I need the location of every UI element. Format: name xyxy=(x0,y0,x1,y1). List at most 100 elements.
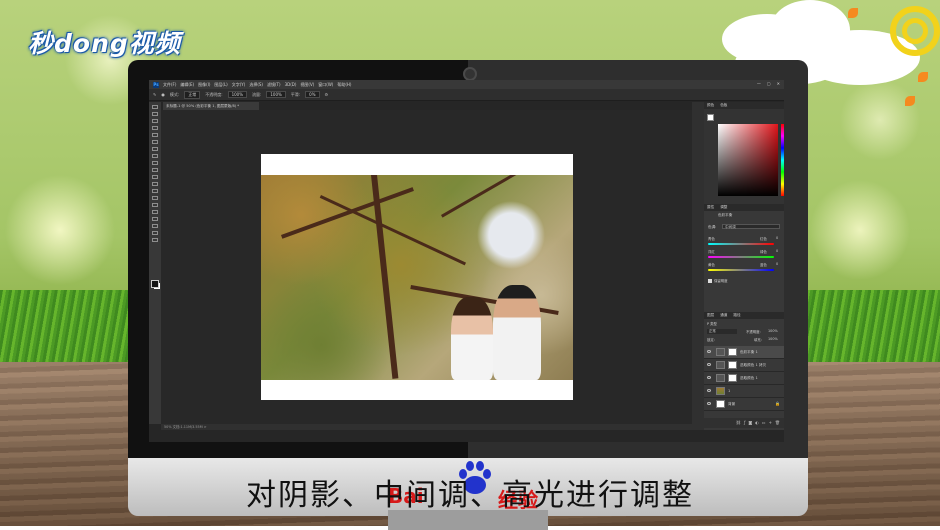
link-layers-icon[interactable]: ⛓ xyxy=(736,418,741,428)
flow-input[interactable]: 100% xyxy=(266,91,286,98)
settings-gear-icon[interactable]: ⚙ xyxy=(325,92,329,97)
preserve-luminosity-checkbox[interactable] xyxy=(708,279,712,283)
menu-filter[interactable]: 滤镜(T) xyxy=(267,82,281,88)
dodge-tool-icon[interactable] xyxy=(152,196,158,200)
tab-channels[interactable]: 通道 xyxy=(720,312,727,319)
monitor: Ps 文件(F) 编辑(E) 图像(I) 图层(L) 文字(Y) 选择(S) 滤… xyxy=(128,60,808,530)
menu-view[interactable]: 视图(V) xyxy=(300,82,314,88)
new-layer-icon[interactable]: + xyxy=(769,418,772,428)
slider-yellow-label: 黄色 xyxy=(708,263,715,267)
visibility-eye-icon[interactable] xyxy=(707,402,711,405)
history-brush-tool-icon[interactable] xyxy=(152,168,158,172)
cyan-red-slider[interactable] xyxy=(708,243,774,245)
eyedropper-tool-icon[interactable] xyxy=(152,140,158,144)
layer-row[interactable]: 背景 🔒 xyxy=(704,398,784,411)
slider-magenta-green-value[interactable]: 0 xyxy=(776,249,778,253)
marquee-tool-icon[interactable] xyxy=(152,112,158,116)
foreground-color-swatch[interactable] xyxy=(151,280,159,288)
adjustment-layer-icon xyxy=(716,374,725,382)
color-picker-field[interactable] xyxy=(718,124,778,196)
smooth-label: 平滑: xyxy=(290,91,301,97)
menu-layer[interactable]: 图层(L) xyxy=(214,82,227,88)
blend-mode-select[interactable]: 正常 xyxy=(707,329,737,334)
layer-row[interactable]: 选取颜色 1 xyxy=(704,372,784,385)
slider-yellow-blue-value[interactable]: 0 xyxy=(776,262,778,266)
menu-window[interactable]: 窗口(W) xyxy=(318,82,333,88)
minimize-button[interactable]: — xyxy=(757,81,761,86)
new-adjustment-icon[interactable]: ◐ xyxy=(755,418,759,428)
pen-tool-icon[interactable] xyxy=(152,203,158,207)
layer-mask-thumb[interactable] xyxy=(728,374,737,382)
lasso-tool-icon[interactable] xyxy=(152,119,158,123)
zoom-tool-icon[interactable] xyxy=(152,238,158,242)
opacity-input[interactable]: 100% xyxy=(227,91,248,98)
color-panel-tabs: 颜色 色板 xyxy=(704,102,784,109)
brush-preset-icon[interactable]: ● xyxy=(161,92,165,97)
gradient-tool-icon[interactable] xyxy=(152,182,158,186)
visibility-eye-icon[interactable] xyxy=(707,389,711,392)
delete-layer-icon[interactable]: 🗑 xyxy=(775,418,780,428)
tab-properties[interactable]: 属性 xyxy=(707,204,714,211)
layer-row[interactable]: 选取颜色 1 拷贝 xyxy=(704,359,784,372)
blur-tool-icon[interactable] xyxy=(152,189,158,193)
status-bar: 50% 文档:1.11M/3.55M > xyxy=(161,424,692,430)
hue-slider[interactable] xyxy=(781,124,784,196)
tone-label: 色调: xyxy=(708,225,717,229)
slider-cyan-red-value[interactable]: 0 xyxy=(776,236,778,240)
path-select-tool-icon[interactable] xyxy=(152,217,158,221)
menu-3d[interactable]: 3D(D) xyxy=(285,82,297,87)
document-tab[interactable]: 未标题-1 @ 50% (色彩平衡 1, 图层蒙版/8) * xyxy=(163,102,259,110)
yellow-blue-slider[interactable] xyxy=(708,269,774,271)
layer-mask-thumb[interactable] xyxy=(728,361,737,369)
visibility-eye-icon[interactable] xyxy=(707,363,711,366)
layer-row[interactable]: 1 xyxy=(704,385,784,398)
menu-type[interactable]: 文字(Y) xyxy=(232,82,246,88)
layer-mask-thumb[interactable] xyxy=(728,348,737,356)
quick-select-tool-icon[interactable] xyxy=(152,126,158,130)
fx-icon[interactable]: ƒ xyxy=(744,418,745,428)
add-mask-icon[interactable]: ◙ xyxy=(748,418,752,428)
menu-help[interactable]: 帮助(H) xyxy=(337,82,351,88)
maximize-button[interactable]: ▢ xyxy=(767,81,771,86)
move-tool-icon[interactable] xyxy=(152,105,158,109)
fg-swatch[interactable] xyxy=(707,114,714,121)
stamp-tool-icon[interactable] xyxy=(152,161,158,165)
menu-image[interactable]: 图像(I) xyxy=(198,82,210,88)
brush-tool-icon[interactable]: ✎ xyxy=(153,92,156,97)
shape-tool-icon[interactable] xyxy=(152,224,158,228)
photoshop-logo-icon[interactable]: Ps xyxy=(153,81,159,88)
hand-tool-icon[interactable] xyxy=(152,231,158,235)
menu-file[interactable]: 文件(F) xyxy=(163,82,176,88)
tab-adjustments[interactable]: 调整 xyxy=(720,204,727,211)
crop-tool-icon[interactable] xyxy=(152,133,158,137)
new-group-icon[interactable]: ▭ xyxy=(762,418,766,428)
layer-row[interactable]: 色彩平衡 1 xyxy=(704,346,784,359)
eraser-tool-icon[interactable] xyxy=(152,175,158,179)
brush-tool-icon[interactable] xyxy=(152,154,158,158)
tree-branch xyxy=(441,175,547,218)
tab-swatches[interactable]: 色板 xyxy=(720,102,727,109)
tab-layers[interactable]: 图层 xyxy=(707,312,714,319)
document-canvas[interactable] xyxy=(261,154,573,400)
magenta-green-slider[interactable] xyxy=(708,256,774,258)
menu-edit[interactable]: 编辑(E) xyxy=(180,82,194,88)
tone-select[interactable]: 中间调 xyxy=(722,224,780,229)
menu-select[interactable]: 选择(S) xyxy=(249,82,263,88)
mode-select[interactable]: 正常 xyxy=(184,90,201,99)
flower-petal xyxy=(848,8,858,18)
fill-input[interactable]: 100% xyxy=(768,337,778,341)
visibility-eye-icon[interactable] xyxy=(707,376,711,379)
tab-color[interactable]: 颜色 xyxy=(707,102,714,109)
wedding-photo xyxy=(261,175,573,380)
window-controls: — ▢ ✕ xyxy=(757,81,780,86)
layer-filter-select[interactable]: P 类型 xyxy=(707,321,717,326)
canvas-area[interactable] xyxy=(161,110,692,425)
close-button[interactable]: ✕ xyxy=(777,81,780,86)
visibility-eye-icon[interactable] xyxy=(707,350,711,353)
type-tool-icon[interactable] xyxy=(152,210,158,214)
layer-name: 1 xyxy=(728,389,731,393)
tab-paths[interactable]: 路径 xyxy=(733,312,740,319)
layer-opacity-input[interactable]: 100% xyxy=(768,329,778,333)
healing-tool-icon[interactable] xyxy=(152,147,158,151)
smooth-input[interactable]: 0% xyxy=(305,91,320,98)
